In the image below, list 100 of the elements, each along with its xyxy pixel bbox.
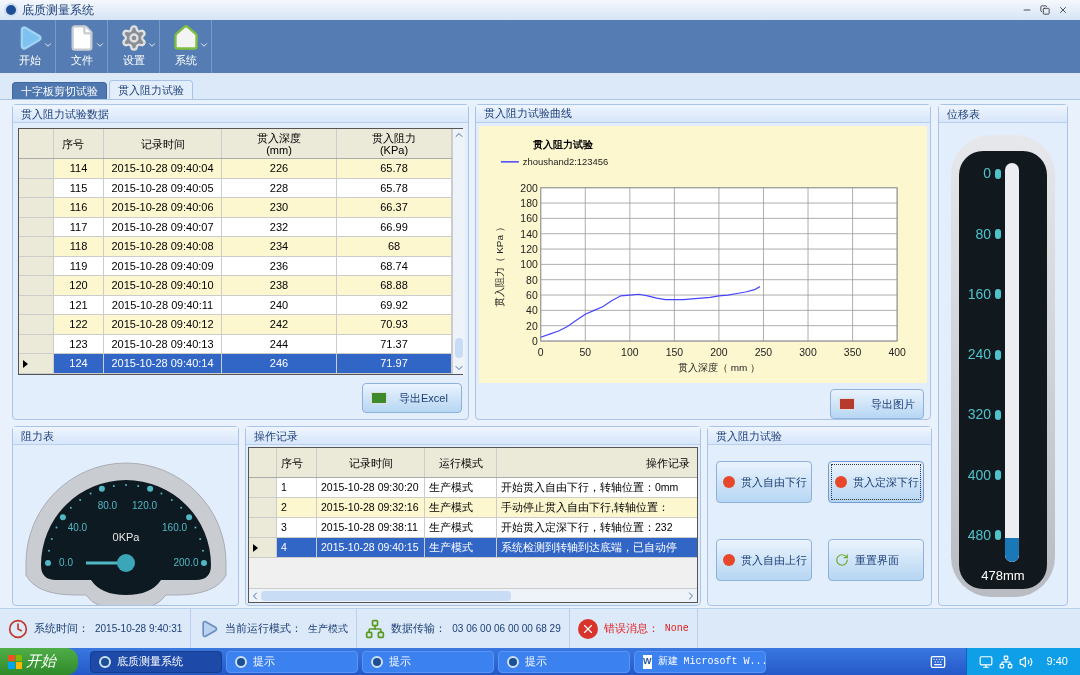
app-icon — [235, 655, 247, 668]
table-row[interactable]: 118 2015-10-28 09:40:08 234 68 — [19, 237, 452, 257]
log-row[interactable]: 3 2015-10-28 09:38:11 生产模式 开始贯入定深下行，转轴位置：232 — [249, 518, 697, 539]
restore-icon[interactable] — [1040, 4, 1050, 15]
action-button[interactable]: 重置界面 — [827, 539, 924, 582]
action-button[interactable]: 贯入定深下行 — [827, 461, 924, 504]
table-cell: 2015-10-28 09:40:08 — [104, 237, 222, 256]
scroll-thumb[interactable] — [261, 590, 511, 601]
row-pointer-icon — [23, 359, 28, 368]
document-icon: W — [643, 654, 652, 669]
network-icon — [365, 618, 386, 639]
table-row[interactable]: 119 2015-10-28 09:40:09 236 68.74 — [19, 256, 452, 277]
table-cell: 1 — [277, 478, 317, 498]
gauge-scale-label: 40.0 — [67, 522, 87, 534]
export-image-button[interactable]: 导出图片 — [830, 388, 924, 419]
table-cell: 生产模式 — [425, 518, 497, 538]
y-tick-label: 200 — [520, 182, 538, 194]
toolbar-button[interactable]: 系统 — [160, 19, 212, 73]
y-tick-label: 0 — [531, 335, 538, 347]
panel-title: 阻力表 — [21, 428, 54, 444]
y-tick-label: 100 — [520, 259, 538, 271]
clock-icon — [8, 618, 28, 639]
table-row[interactable]: 120 2015-10-28 09:40:10 238 68.88 — [19, 276, 452, 296]
table-cell: 116 — [54, 198, 104, 217]
house-icon — [171, 23, 200, 52]
gauge-scale-label: 80.0 — [97, 500, 117, 512]
scrollbar[interactable] — [452, 129, 465, 374]
table-cell: 117 — [54, 217, 104, 237]
taskbar-button[interactable]: 底质测量系统 — [90, 650, 222, 673]
table-row[interactable]: 121 2015-10-28 09:40:11 240 69.92 — [19, 295, 452, 316]
scale-label: 240 — [967, 345, 991, 365]
taskbar-button[interactable]: 提示 — [226, 650, 358, 673]
network-icon[interactable] — [998, 654, 1013, 669]
table-cell: 生产模式 — [425, 538, 497, 558]
clock-time: 9:40 — [1046, 654, 1068, 670]
export-excel-button[interactable]: 导出Excel — [362, 383, 462, 414]
status-value: None — [664, 622, 689, 637]
gauge-scale-label: 160.0 — [161, 522, 187, 534]
table-cell: 121 — [54, 295, 104, 315]
legend-label: zhoushand2:123456 — [522, 155, 609, 167]
speaker-icon[interactable] — [1018, 654, 1033, 669]
table-row[interactable]: 124 2015-10-28 09:40:14 246 71.97 — [19, 354, 452, 374]
taskbar-button[interactable]: 提示 — [362, 650, 494, 673]
scale-label: 80 — [975, 224, 991, 244]
table-cell: 244 — [222, 334, 337, 354]
toolbar-button[interactable]: 设置 — [108, 19, 160, 73]
table-row[interactable]: 116 2015-10-28 09:40:06 230 66.37 — [19, 198, 452, 218]
x-tick-label: 250 — [754, 346, 773, 358]
table-row[interactable]: 115 2015-10-28 09:40:05 228 65.78 — [19, 178, 452, 199]
tab[interactable]: 十字板剪切试验 — [12, 82, 107, 100]
scroll-thumb[interactable] — [455, 337, 463, 358]
table-cell: 2015-10-28 09:30:20 — [317, 478, 425, 498]
refresh-icon — [834, 553, 849, 568]
gauge-reading: 0KPa — [112, 531, 139, 544]
error-icon — [577, 618, 598, 639]
table-cell: 2 — [277, 498, 317, 518]
column-header: 记录时间 — [317, 448, 425, 478]
table-cell: 230 — [222, 198, 337, 217]
log-row[interactable]: 1 2015-10-28 09:30:20 生产模式 开始贯入自由下行，转轴位置：0mm — [249, 478, 697, 499]
monitor-icon[interactable] — [978, 654, 993, 669]
status-value: 2015-10-28 9:40:31 — [95, 622, 183, 637]
toolbar-button[interactable]: 文件 — [56, 19, 108, 73]
table-row[interactable]: 117 2015-10-28 09:40:07 232 66.99 — [19, 217, 452, 238]
table-row[interactable]: 123 2015-10-28 09:40:13 244 71.37 — [19, 334, 452, 355]
y-tick-label: 140 — [520, 228, 538, 240]
toolbar-button[interactable]: 开始 — [4, 19, 56, 73]
table-cell: 2015-10-28 09:40:11 — [104, 295, 222, 315]
scale-label: 320 — [967, 405, 991, 425]
windows-logo-icon — [8, 654, 22, 669]
table-cell: 122 — [54, 315, 104, 334]
table-cell: 4 — [277, 538, 317, 558]
table-cell: 开始贯入自由下行，转轴位置：0mm — [497, 478, 697, 498]
table-cell: 242 — [222, 315, 337, 334]
table-cell: 226 — [222, 159, 337, 178]
table-cell: 2015-10-28 09:40:04 — [104, 159, 222, 178]
keyboard-icon[interactable] — [929, 653, 946, 670]
table-cell: 2015-10-28 09:40:06 — [104, 198, 222, 217]
horizontal-scrollbar[interactable] — [249, 588, 697, 603]
table-row[interactable]: 114 2015-10-28 09:40:04 226 65.78 — [19, 159, 452, 179]
taskbar-button[interactable]: W 新建 Microsoft W... — [634, 650, 766, 673]
x-tick-label: 100 — [621, 346, 639, 358]
status-label: 错误消息： — [603, 620, 659, 636]
action-button[interactable]: 贯入自由上行 — [716, 539, 812, 582]
x-tick-label: 0 — [537, 346, 544, 358]
log-row[interactable]: 2 2015-10-28 09:32:16 生产模式 手动停止贯入自由下行,转轴位置： — [249, 498, 697, 519]
table-cell: 生产模式 — [425, 478, 497, 498]
x-tick-label: 400 — [888, 346, 906, 358]
table-row[interactable]: 122 2015-10-28 09:40:12 242 70.93 — [19, 315, 452, 335]
action-button[interactable]: 贯入自由下行 — [716, 461, 812, 504]
x-tick-label: 150 — [665, 346, 684, 358]
scale-label: 0 — [983, 164, 991, 184]
x-tick-label: 200 — [710, 346, 728, 358]
x-tick-label: 350 — [843, 346, 862, 358]
column-header: 贯入深度 (mm) — [222, 129, 337, 159]
close-icon[interactable] — [1058, 4, 1068, 15]
taskbar-button[interactable]: 提示 — [498, 650, 630, 673]
table-cell: 生产模式 — [425, 498, 497, 518]
tab[interactable]: 贯入阻力试验 — [109, 80, 193, 100]
log-row[interactable]: 4 2015-10-28 09:40:15 生产模式 系统检测到转轴到达底端，已自动停 — [249, 538, 697, 559]
table-cell: 系统检测到转轴到达底端，已自动停 — [497, 538, 697, 558]
